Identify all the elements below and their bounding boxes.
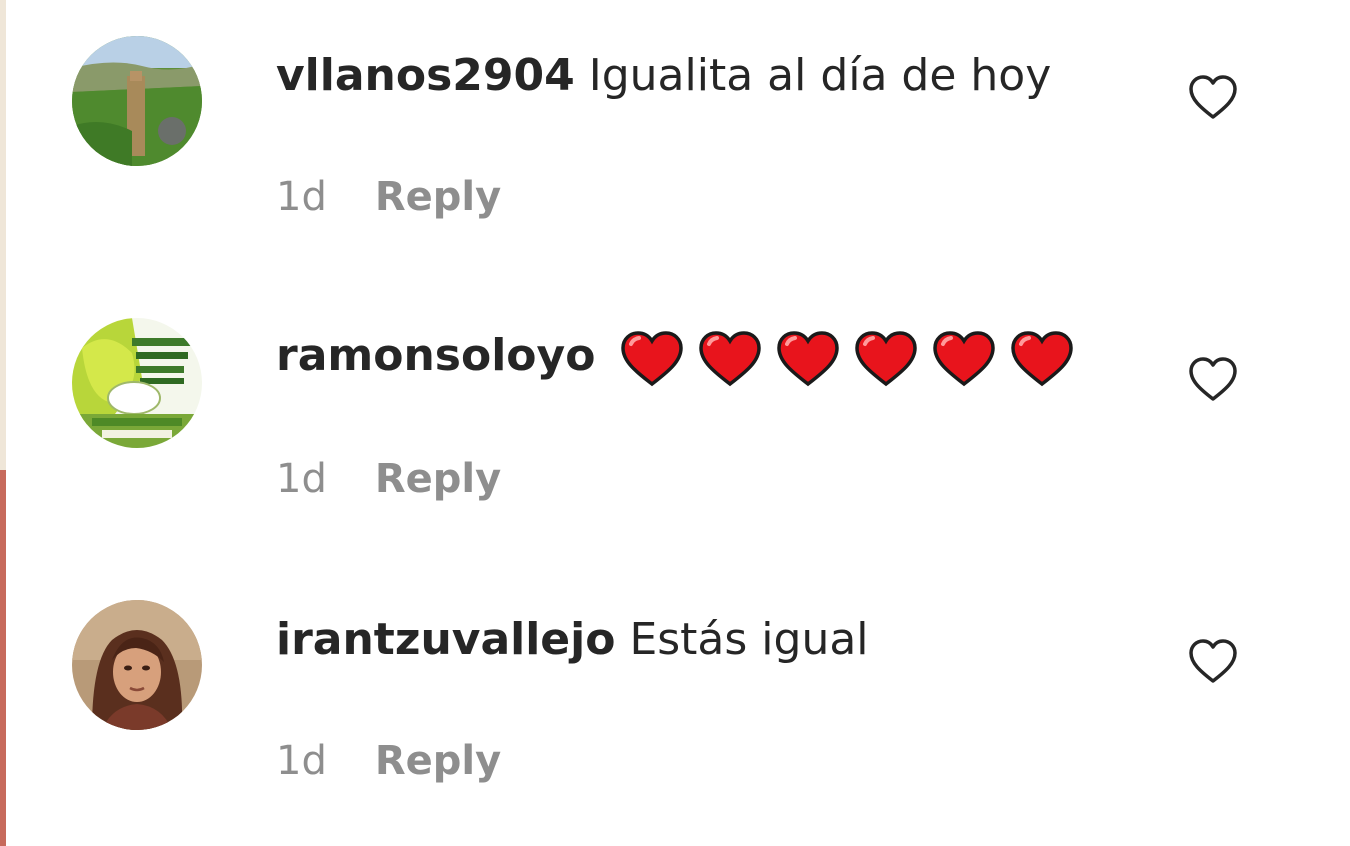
comment-line: ramonsoloyo xyxy=(276,328,1087,388)
red-heart-emoji xyxy=(777,330,840,386)
heart-emoji-row xyxy=(619,329,1087,388)
username-link[interactable]: ramonsoloyo xyxy=(276,330,595,381)
reply-button[interactable]: Reply xyxy=(375,456,501,502)
comments-panel: vllanos2904 Igualita al día de hoy 1d Rep… xyxy=(0,0,1350,846)
red-heart-emoji xyxy=(621,330,684,386)
username-link[interactable]: vllanos2904 xyxy=(276,50,575,101)
timestamp[interactable]: 1d xyxy=(276,456,327,502)
red-heart-emoji xyxy=(1011,330,1074,386)
comment-meta: 1d Reply xyxy=(276,736,501,786)
reply-button[interactable]: Reply xyxy=(375,174,501,220)
avatar[interactable] xyxy=(72,36,202,166)
heart-outline-icon[interactable] xyxy=(1186,636,1240,686)
comment-item: irantzuvallejo Estás igual 1d Reply xyxy=(0,564,1350,844)
comment-text: Estás igual xyxy=(629,614,869,665)
timestamp[interactable]: 1d xyxy=(276,174,327,220)
timestamp[interactable]: 1d xyxy=(276,738,327,784)
heart-outline-icon[interactable] xyxy=(1186,354,1240,404)
avatar[interactable] xyxy=(72,600,202,730)
comment-line: irantzuvallejo Estás igual xyxy=(276,612,869,668)
red-heart-emoji xyxy=(933,330,996,386)
heart-outline-icon[interactable] xyxy=(1186,72,1240,122)
reply-button[interactable]: Reply xyxy=(375,738,501,784)
red-heart-emoji xyxy=(699,330,762,386)
comment-meta: 1d Reply xyxy=(276,454,501,504)
red-heart-emoji xyxy=(855,330,918,386)
avatar[interactable] xyxy=(72,318,202,448)
comment-line: vllanos2904 Igualita al día de hoy xyxy=(276,48,1051,104)
comment-item: ramonsoloyo 1d Reply xyxy=(0,282,1350,562)
comment-meta: 1d Reply xyxy=(276,172,501,222)
comment-text: Igualita al día de hoy xyxy=(588,50,1052,101)
comment-item: vllanos2904 Igualita al día de hoy 1d Rep… xyxy=(0,0,1350,280)
username-link[interactable]: irantzuvallejo xyxy=(276,614,615,665)
